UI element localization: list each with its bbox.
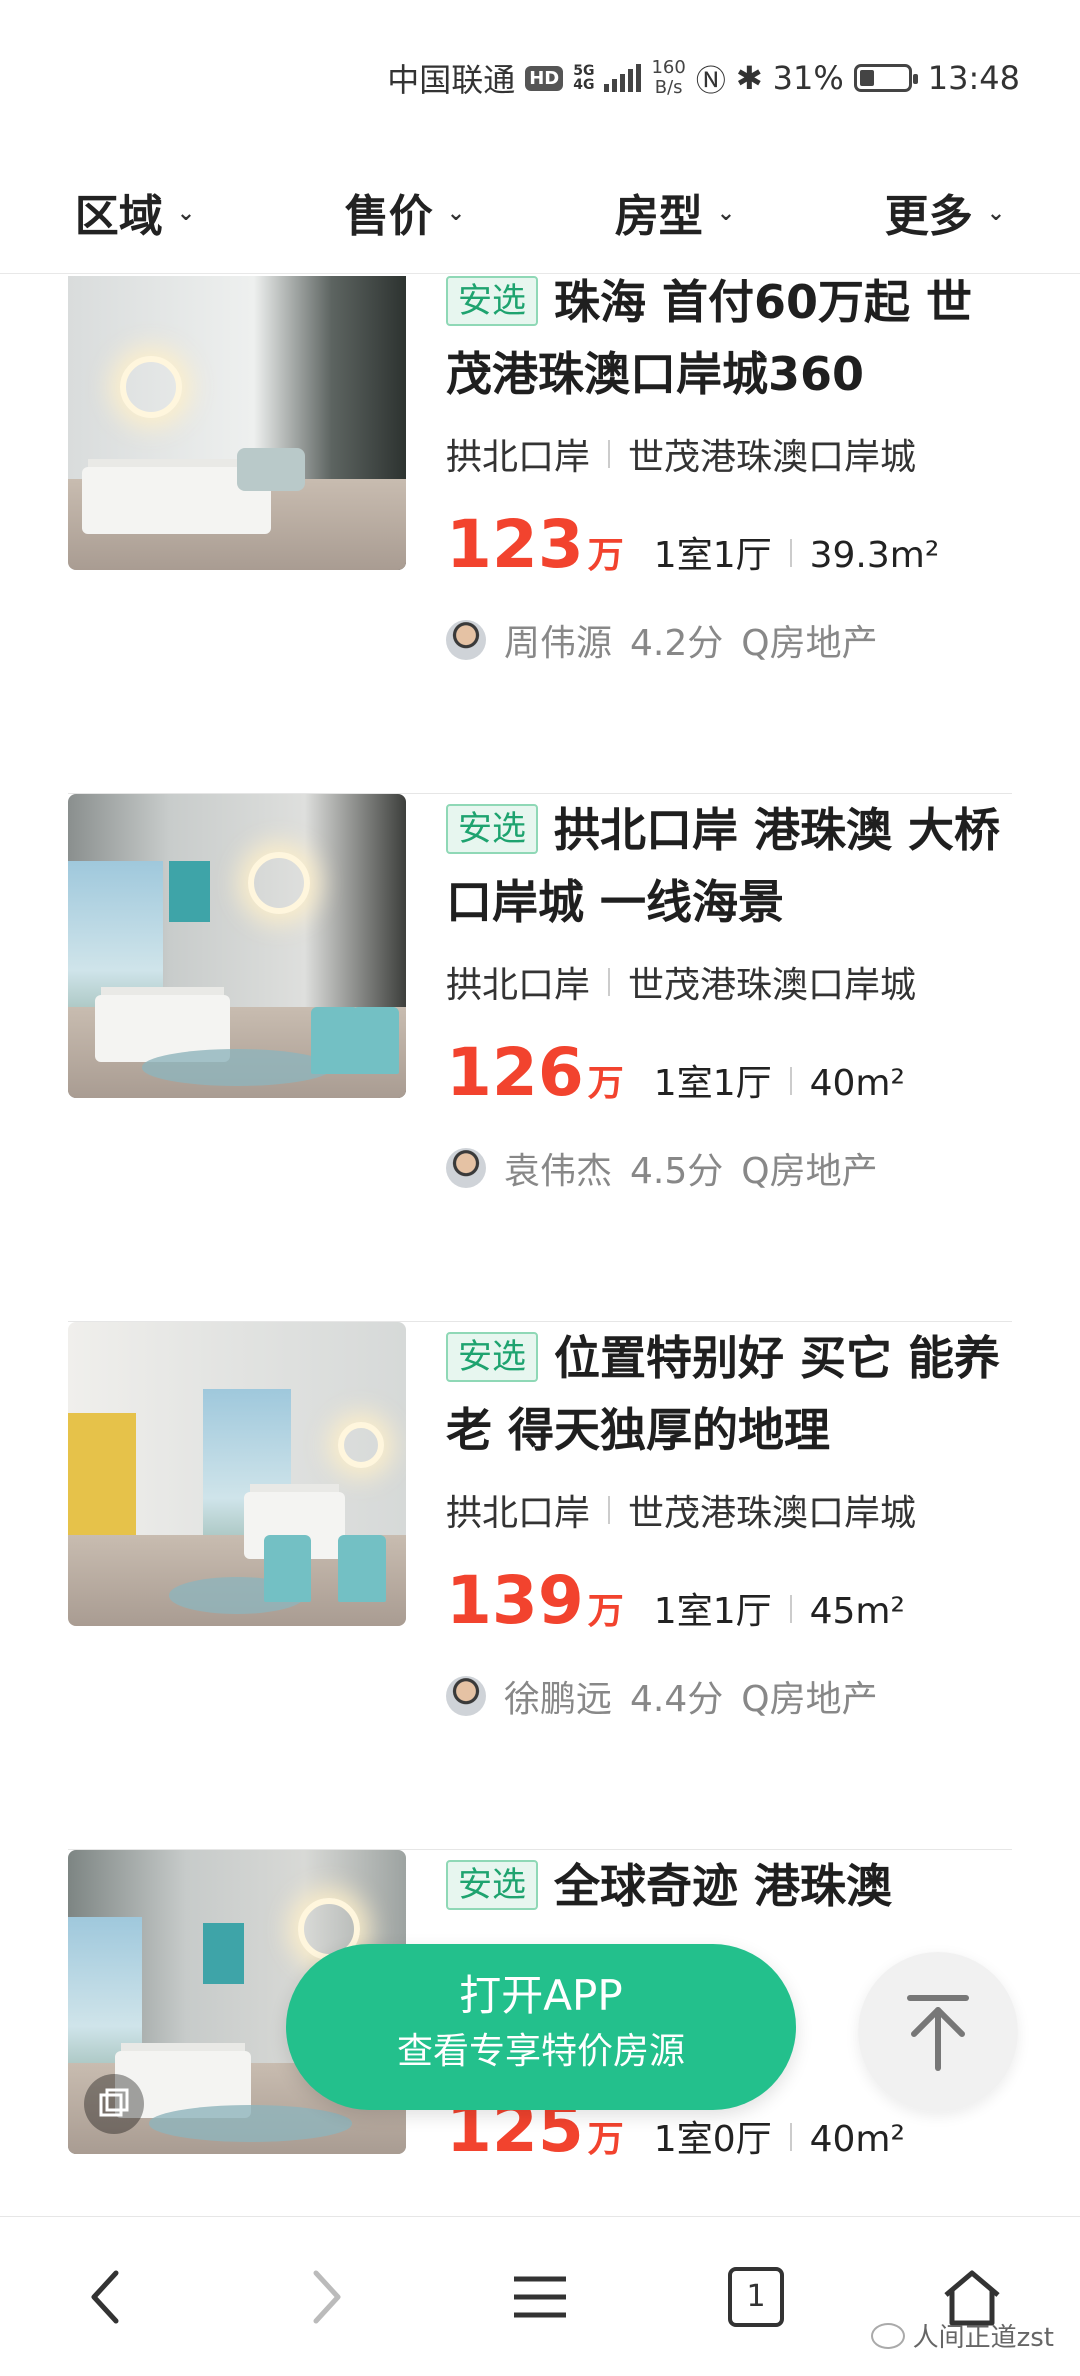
arrow-up-icon: [907, 1995, 969, 2071]
listing-price: 126: [446, 1034, 584, 1111]
status-icons: 中国联通 HD 5G 4G 160 B/s Ⓝ ✱ 31% 13:48: [387, 56, 1020, 100]
network-type: 5G 4G: [573, 63, 595, 93]
listing-title: 安选 珠海 首付60万起 世茂港珠澳口岸城360: [446, 276, 973, 401]
listing-price-row: 123 万 1室1厅 39.3m²: [446, 506, 940, 583]
chevron-left-icon: [91, 2270, 119, 2323]
bluetooth-icon: ✱: [735, 59, 763, 97]
chevron-down-icon: ⌄: [986, 201, 1006, 226]
battery-icon: [853, 64, 918, 92]
listing-location: 拱北口岸 世茂港珠澳口岸城: [446, 1493, 917, 1534]
listing-card[interactable]: 安选 珠海 首付60万起 世茂港珠澳口岸城360 拱北口岸 世茂港珠澳口岸城 123…: [68, 276, 1012, 794]
wechat-icon: [870, 2322, 905, 2349]
avatar: [446, 620, 486, 660]
listing-price: 123: [446, 506, 584, 583]
carrier-name: 中国联通: [387, 61, 516, 99]
listing-price: 139: [446, 1562, 584, 1639]
network-speed: 160 B/s: [651, 57, 686, 98]
gallery-icon: [84, 2074, 144, 2134]
listing-title: 安选 位置特别好 买它 能养老 得天独厚的地理: [446, 1331, 1001, 1457]
browser-navigation-bar: 1 人间正道zst: [0, 2216, 1080, 2376]
listing-layout: 1室1厅: [653, 1063, 772, 1104]
listing-area: 45m²: [809, 1591, 905, 1632]
listing-title: 安选 拱北口岸 港珠澳 大桥口岸城 一线海景: [446, 803, 1001, 929]
filter-price[interactable]: 售价 ⌄: [345, 180, 465, 244]
filter-more[interactable]: 更多 ⌄: [885, 180, 1005, 244]
chevron-down-icon: ⌄: [176, 201, 196, 226]
menu-button[interactable]: [480, 2237, 600, 2357]
status-bar: 中国联通 HD 5G 4G 160 B/s Ⓝ ✱ 31% 13:48: [0, 0, 1080, 150]
nfc-icon: Ⓝ: [695, 64, 726, 99]
listing-agent[interactable]: 徐鹏远 4.4分 Q房地产: [446, 1666, 1012, 1726]
listing-layout: 1室1厅: [653, 1591, 772, 1632]
listing-price-row: 126 万 1室1厅 40m²: [446, 1034, 905, 1111]
open-app-button[interactable]: 打开APP 查看专享特价房源: [286, 1944, 796, 2110]
tab-count: 1: [728, 2266, 784, 2327]
menu-icon: [514, 2276, 566, 2317]
signal-icon: [604, 64, 642, 92]
listing-area: 40m²: [809, 2119, 905, 2160]
listing-layout: 1室0厅: [653, 2119, 772, 2160]
clock: 13:48: [927, 59, 1020, 97]
back-to-top-button[interactable]: [858, 1952, 1018, 2112]
chevron-down-icon: ⌄: [716, 201, 736, 226]
listing-tag: 安选: [446, 804, 538, 854]
listing-photo[interactable]: [68, 1322, 406, 1626]
tabs-button[interactable]: 1: [696, 2237, 816, 2357]
watermark: 人间正道zst: [870, 2317, 1054, 2354]
listing-tag: 安选: [446, 1860, 538, 1910]
listing-photo[interactable]: [68, 794, 406, 1098]
listing-layout: 1室1厅: [653, 535, 772, 576]
listing-agent[interactable]: 袁伟杰 4.5分 Q房地产: [446, 1138, 1012, 1198]
listing-list: 安选 珠海 首付60万起 世茂港珠澳口岸城360 拱北口岸 世茂港珠澳口岸城 123…: [0, 276, 1080, 2216]
listing-photo[interactable]: [68, 276, 406, 570]
listing-tag: 安选: [446, 276, 538, 326]
listing-agent[interactable]: 周伟源 4.2分 Q房地产: [446, 610, 1012, 670]
back-button[interactable]: [48, 2237, 168, 2357]
listing-tag: 安选: [446, 1332, 538, 1382]
filter-layout[interactable]: 房型 ⌄: [615, 180, 735, 244]
hd-icon: HD: [525, 65, 564, 91]
listing-card[interactable]: 安选 拱北口岸 港珠澳 大桥口岸城 一线海景 拱北口岸 世茂港珠澳口岸城 126 万 …: [68, 794, 1012, 1322]
listing-location: 拱北口岸 世茂港珠澳口岸城: [446, 965, 917, 1006]
chevron-right-icon: [313, 2270, 341, 2323]
listing-area: 39.3m²: [809, 535, 940, 576]
avatar: [446, 1676, 486, 1716]
listing-price-row: 139 万 1室1厅 45m²: [446, 1562, 905, 1639]
chevron-down-icon: ⌄: [446, 201, 466, 226]
avatar: [446, 1148, 486, 1188]
listing-card[interactable]: 安选 位置特别好 买它 能养老 得天独厚的地理 拱北口岸 世茂港珠澳口岸城 139 万…: [68, 1322, 1012, 1850]
battery-percent: 31%: [772, 59, 844, 97]
listing-location: 拱北口岸 世茂港珠澳口岸城: [446, 437, 917, 478]
filter-bar: 区域 ⌄ 售价 ⌄ 房型 ⌄ 更多 ⌄: [0, 150, 1080, 274]
listing-area: 40m²: [809, 1063, 905, 1104]
forward-button[interactable]: [264, 2237, 384, 2357]
filter-region[interactable]: 区域 ⌄: [75, 180, 195, 244]
